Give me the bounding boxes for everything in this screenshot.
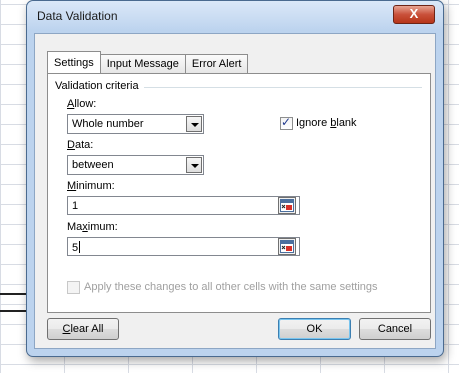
minimum-label: Minimum: [67, 180, 115, 192]
close-icon: X [409, 6, 419, 21]
maximum-label-pre: Ma [67, 221, 83, 233]
data-label: Data: [67, 139, 93, 151]
tab-strip: Settings Input Message Error Alert [47, 51, 249, 73]
text-caret [79, 241, 81, 253]
minimum-label-post: inimum: [76, 180, 115, 192]
chevron-down-icon[interactable] [186, 157, 202, 173]
data-label-accelerator: D [67, 139, 75, 151]
tab-input-message[interactable]: Input Message [99, 54, 186, 73]
allow-label-post: llow: [74, 98, 97, 110]
data-dropdown[interactable]: between [67, 155, 204, 175]
clear-all-button[interactable]: Clear All [47, 318, 119, 340]
data-label-post: ata: [74, 139, 94, 151]
minimum-value: 1 [72, 200, 79, 212]
ignore-blank-label[interactable]: Ignore blank [296, 117, 357, 129]
maximum-label: Maximum: [67, 221, 118, 233]
minimum-range-button[interactable] [278, 197, 296, 214]
minimum-label-accelerator: M [67, 180, 77, 192]
chevron-down-icon[interactable] [186, 116, 202, 132]
dialog-title: Data Validation [37, 9, 118, 23]
dialog-client-area: Settings Input Message Error Alert Valid… [34, 33, 436, 349]
maximum-range-button[interactable] [278, 238, 296, 255]
group-divider [144, 87, 422, 88]
collapse-dialog-icon [280, 199, 294, 212]
allow-dropdown[interactable]: Whole number [67, 114, 204, 134]
apply-all-label: Apply these changes to all other cells w… [84, 281, 378, 293]
ok-button[interactable]: OK [278, 318, 351, 340]
allow-label: Allow: [67, 98, 96, 110]
validation-criteria-label: Validation criteria [55, 80, 143, 92]
clear-all-label-post: lear All [70, 323, 104, 335]
apply-all-checkbox[interactable] [67, 281, 80, 294]
settings-panel: Validation criteria Allow: Whole number … [47, 73, 431, 313]
minimum-field[interactable]: 1 [67, 196, 300, 215]
ignore-blank-label-pre: Ignore [296, 117, 331, 129]
close-button[interactable]: X [393, 5, 435, 24]
maximum-value: 5 [72, 242, 79, 254]
cancel-button[interactable]: Cancel [359, 318, 431, 340]
collapse-dialog-icon [280, 240, 294, 253]
tab-settings[interactable]: Settings [47, 51, 101, 73]
ignore-blank-label-post: lank [336, 117, 357, 129]
tab-error-alert[interactable]: Error Alert [184, 54, 249, 73]
title-bar[interactable]: Data Validation X [27, 1, 443, 31]
data-validation-dialog: Data Validation X Settings Input Message… [26, 0, 444, 357]
allow-value: Whole number [72, 118, 144, 130]
data-value: between [72, 159, 114, 171]
ignore-blank-checkbox[interactable] [280, 115, 293, 130]
maximum-field[interactable]: 5 [67, 237, 300, 256]
maximum-label-post: imum: [87, 221, 118, 233]
maximum-value-wrap: 5 [72, 241, 81, 254]
